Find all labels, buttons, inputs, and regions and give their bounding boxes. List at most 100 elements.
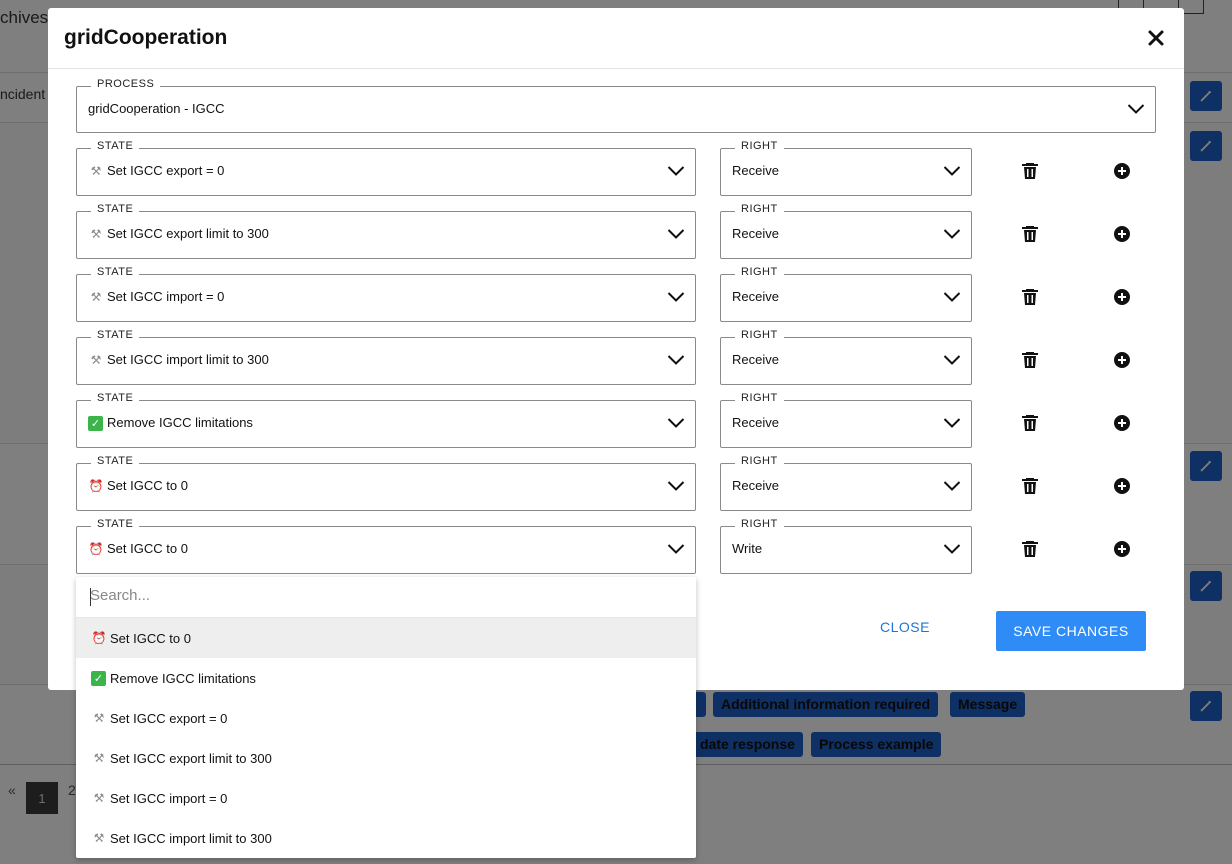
state-label: Remove IGCC limitations — [107, 415, 253, 430]
wrench-emoji-icon: ⚒ — [93, 791, 105, 805]
add-circle-icon[interactable] — [1112, 161, 1132, 181]
chevron-down-icon — [667, 544, 685, 554]
chevron-down-icon — [943, 418, 961, 428]
dropdown-search-box — [76, 577, 696, 618]
state-select[interactable]: STATE ⏰ Set IGCC to 0 — [76, 518, 696, 574]
state-select[interactable]: STATE ⏰ Set IGCC to 0 — [76, 455, 696, 511]
trash-icon[interactable] — [1020, 539, 1040, 559]
dropdown-options: ⏰ Set IGCC to 0 ✓ Remove IGCC limitations ⚒ S… — [76, 618, 696, 858]
state-legend: STATE — [91, 329, 140, 341]
dropdown-option-label: Set IGCC to 0 — [110, 630, 191, 646]
chevron-down-icon — [943, 166, 961, 176]
right-select[interactable]: RIGHT Receive — [720, 203, 972, 259]
state-value: ⚒ Set IGCC import = 0 — [88, 289, 225, 304]
dropdown-option[interactable]: ⚒ Set IGCC export = 0 — [76, 698, 696, 738]
trash-icon[interactable] — [1020, 350, 1040, 370]
right-select[interactable]: RIGHT Write — [720, 518, 972, 574]
state-select[interactable]: STATE ⚒ Set IGCC import = 0 — [76, 266, 696, 322]
dropdown-option-label: Set IGCC import limit to 300 — [110, 830, 272, 846]
add-circle-icon[interactable] — [1112, 350, 1132, 370]
right-value: Receive — [732, 478, 779, 493]
state-label: Set IGCC export limit to 300 — [107, 226, 269, 241]
dropdown-option[interactable]: ⚒ Set IGCC export limit to 300 — [76, 738, 696, 778]
dropdown-option[interactable]: ✓ Remove IGCC limitations — [76, 658, 696, 698]
right-legend: RIGHT — [735, 455, 784, 467]
save-changes-button[interactable]: SAVE CHANGES — [996, 611, 1146, 651]
check-emoji-icon: ✓ — [88, 416, 103, 431]
state-legend: STATE — [91, 266, 140, 278]
process-select[interactable]: PROCESS gridCooperation - IGCC — [76, 78, 1156, 133]
dropdown-option[interactable]: ⚒ Set IGCC import limit to 300 — [76, 818, 696, 858]
right-legend: RIGHT — [735, 392, 784, 404]
close-button[interactable]: CLOSE — [880, 619, 930, 635]
chevron-down-icon — [943, 544, 961, 554]
right-select[interactable]: RIGHT Receive — [720, 140, 972, 196]
dropdown-option-label: Remove IGCC limitations — [110, 670, 256, 686]
text-caret — [90, 588, 91, 606]
state-value: ⚒ Set IGCC export = 0 — [88, 163, 225, 178]
state-value: ⏰ Set IGCC to 0 — [88, 541, 188, 556]
trash-icon[interactable] — [1020, 287, 1040, 307]
right-value: Write — [732, 541, 763, 556]
dropdown-search-input[interactable] — [90, 587, 670, 604]
trash-icon[interactable] — [1020, 476, 1040, 496]
chevron-down-icon — [943, 229, 961, 239]
right-select[interactable]: RIGHT Receive — [720, 329, 972, 385]
state-label: Set IGCC to 0 — [107, 541, 188, 556]
state-legend: STATE — [91, 518, 140, 530]
add-circle-icon[interactable] — [1112, 539, 1132, 559]
close-icon[interactable] — [1146, 28, 1166, 48]
add-circle-icon[interactable] — [1112, 476, 1132, 496]
trash-icon[interactable] — [1020, 161, 1040, 181]
add-circle-icon[interactable] — [1112, 413, 1132, 433]
state-select[interactable]: STATE ✓ Remove IGCC limitations — [76, 392, 696, 448]
right-legend: RIGHT — [735, 329, 784, 341]
add-circle-icon[interactable] — [1112, 287, 1132, 307]
wrench-emoji-icon: ⚒ — [90, 290, 102, 304]
wrench-emoji-icon: ⚒ — [90, 164, 102, 178]
alarm-emoji-icon: ⏰ — [88, 479, 104, 493]
right-select[interactable]: RIGHT Receive — [720, 266, 972, 322]
chevron-down-icon — [667, 481, 685, 491]
right-select[interactable]: RIGHT Receive — [720, 455, 972, 511]
chevron-down-icon — [667, 292, 685, 302]
right-legend: RIGHT — [735, 140, 784, 152]
chevron-down-icon — [1127, 104, 1145, 114]
right-legend: RIGHT — [735, 203, 784, 215]
check-emoji-icon: ✓ — [91, 670, 106, 686]
state-value: ⚒ Set IGCC import limit to 300 — [88, 352, 269, 367]
trash-icon[interactable] — [1020, 413, 1040, 433]
right-value: Receive — [732, 163, 779, 178]
right-legend: RIGHT — [735, 266, 784, 278]
right-select[interactable]: RIGHT Receive — [720, 392, 972, 448]
chevron-down-icon — [667, 418, 685, 428]
right-value: Receive — [732, 289, 779, 304]
right-legend: RIGHT — [735, 518, 784, 530]
state-legend: STATE — [91, 203, 140, 215]
dropdown-option[interactable]: ⏰ Set IGCC to 0 — [76, 618, 696, 658]
state-select[interactable]: STATE ⚒ Set IGCC import limit to 300 — [76, 329, 696, 385]
right-value: Receive — [732, 226, 779, 241]
process-legend: PROCESS — [91, 78, 161, 90]
state-select[interactable]: STATE ⚒ Set IGCC export limit to 300 — [76, 203, 696, 259]
chevron-down-icon — [667, 166, 685, 176]
chevron-down-icon — [943, 481, 961, 491]
wrench-emoji-icon: ⚒ — [93, 751, 105, 765]
alarm-emoji-icon: ⏰ — [88, 542, 104, 556]
dropdown-option[interactable]: ⚒ Set IGCC import = 0 — [76, 778, 696, 818]
chevron-down-icon — [667, 229, 685, 239]
process-value: gridCooperation - IGCC — [88, 101, 225, 116]
state-label: Set IGCC export = 0 — [107, 163, 225, 178]
state-value: ⚒ Set IGCC export limit to 300 — [88, 226, 269, 241]
state-select[interactable]: STATE ⚒ Set IGCC export = 0 — [76, 140, 696, 196]
dropdown-option-label: Set IGCC import = 0 — [110, 790, 228, 806]
state-legend: STATE — [91, 455, 140, 467]
chevron-down-icon — [667, 355, 685, 365]
state-label: Set IGCC import = 0 — [107, 289, 225, 304]
add-circle-icon[interactable] — [1112, 224, 1132, 244]
modal-title: gridCooperation — [64, 26, 228, 49]
state-label: Set IGCC to 0 — [107, 478, 188, 493]
state-value: ⏰ Set IGCC to 0 — [88, 478, 188, 493]
state-value: ✓ Remove IGCC limitations — [88, 415, 253, 431]
trash-icon[interactable] — [1020, 224, 1040, 244]
